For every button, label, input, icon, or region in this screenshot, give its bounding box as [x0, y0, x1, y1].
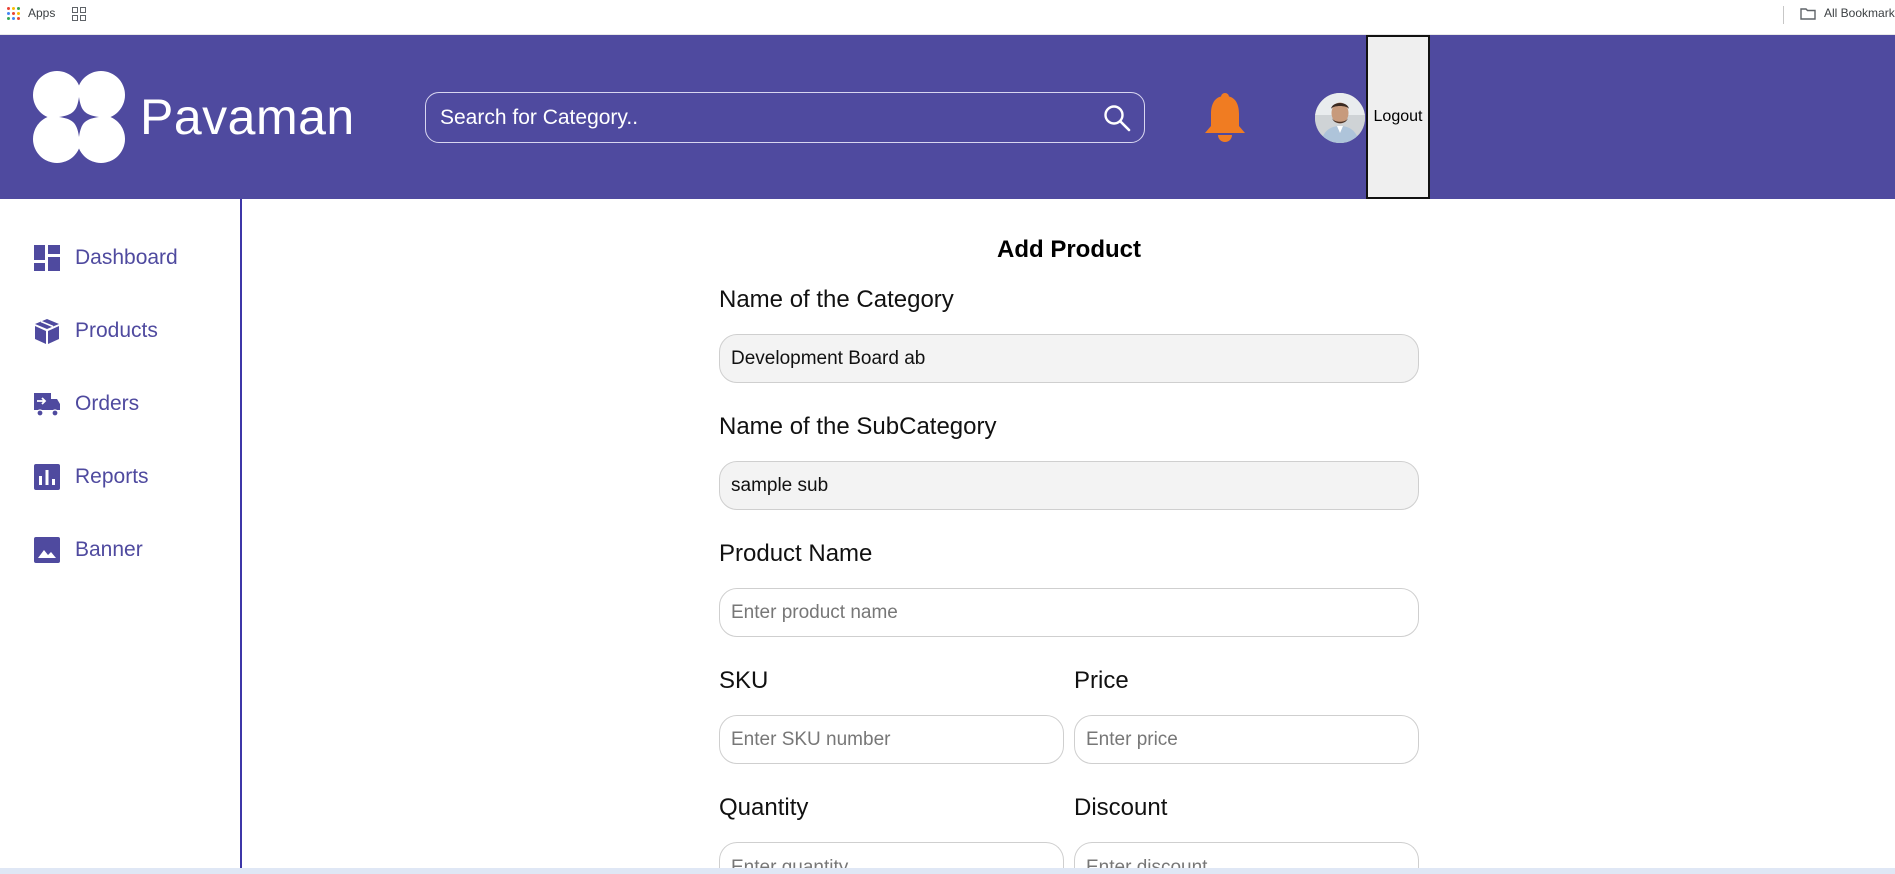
apps-shortcut[interactable]: Apps — [7, 6, 55, 20]
avatar[interactable] — [1315, 93, 1365, 143]
sidebar-item-orders[interactable]: Orders — [33, 388, 139, 420]
category-field[interactable] — [719, 334, 1419, 383]
orders-icon — [34, 393, 60, 417]
search-box — [425, 92, 1145, 143]
logout-button[interactable]: Logout — [1366, 35, 1430, 199]
user-photo-icon — [1315, 93, 1365, 143]
bookmarks-divider — [1783, 6, 1784, 24]
image-icon — [34, 537, 60, 563]
box-icon — [35, 319, 59, 344]
window-bottom-edge — [0, 868, 1895, 874]
bar-chart-icon — [34, 464, 60, 490]
apps-label: Apps — [28, 6, 56, 20]
sidebar: Dashboard Products Orders Reports Banner — [0, 199, 242, 870]
category-label: Name of the Category — [719, 286, 954, 313]
quantity-label: Quantity — [719, 794, 809, 821]
tab-groups-icon[interactable] — [72, 7, 86, 21]
price-label: Price — [1074, 667, 1129, 694]
all-bookmarks-label: All Bookmarks — [1824, 6, 1895, 20]
search-input[interactable] — [438, 93, 1082, 143]
sidebar-item-reports[interactable]: Reports — [33, 461, 149, 493]
sidebar-item-banner[interactable]: Banner — [33, 534, 143, 566]
price-field[interactable] — [1074, 715, 1419, 764]
bookmarks-bar: Apps All Bookmarks — [0, 0, 1895, 35]
app-header: Pavaman Logout — [0, 35, 1895, 199]
logo-icon — [33, 71, 125, 163]
sidebar-item-label: Reports — [75, 465, 149, 488]
product-name-field[interactable] — [719, 588, 1419, 637]
sidebar-item-label: Orders — [75, 392, 140, 415]
sku-field[interactable] — [719, 715, 1064, 764]
discount-label: Discount — [1074, 794, 1168, 821]
sidebar-item-label: Banner — [75, 538, 143, 561]
sidebar-item-products[interactable]: Products — [33, 315, 158, 347]
search-icon[interactable] — [1103, 104, 1131, 132]
page-title: Add Product — [997, 236, 1141, 263]
notification-bell-icon[interactable] — [1203, 92, 1247, 144]
sidebar-item-dashboard[interactable]: Dashboard — [33, 242, 178, 274]
all-bookmarks-button[interactable]: All Bookmarks — [1800, 6, 1895, 20]
sku-label: SKU — [719, 667, 769, 694]
sidebar-item-label: Dashboard — [75, 246, 178, 269]
brand-name: Pavaman — [140, 89, 355, 145]
folder-icon — [1800, 7, 1816, 20]
sidebar-item-label: Products — [75, 319, 158, 342]
dashboard-icon — [34, 245, 60, 271]
brand-logo[interactable]: Pavaman — [33, 71, 355, 163]
product-name-label: Product Name — [719, 540, 873, 567]
subcategory-label: Name of the SubCategory — [719, 413, 997, 440]
apps-grid-icon — [7, 6, 20, 20]
subcategory-field[interactable] — [719, 461, 1419, 510]
